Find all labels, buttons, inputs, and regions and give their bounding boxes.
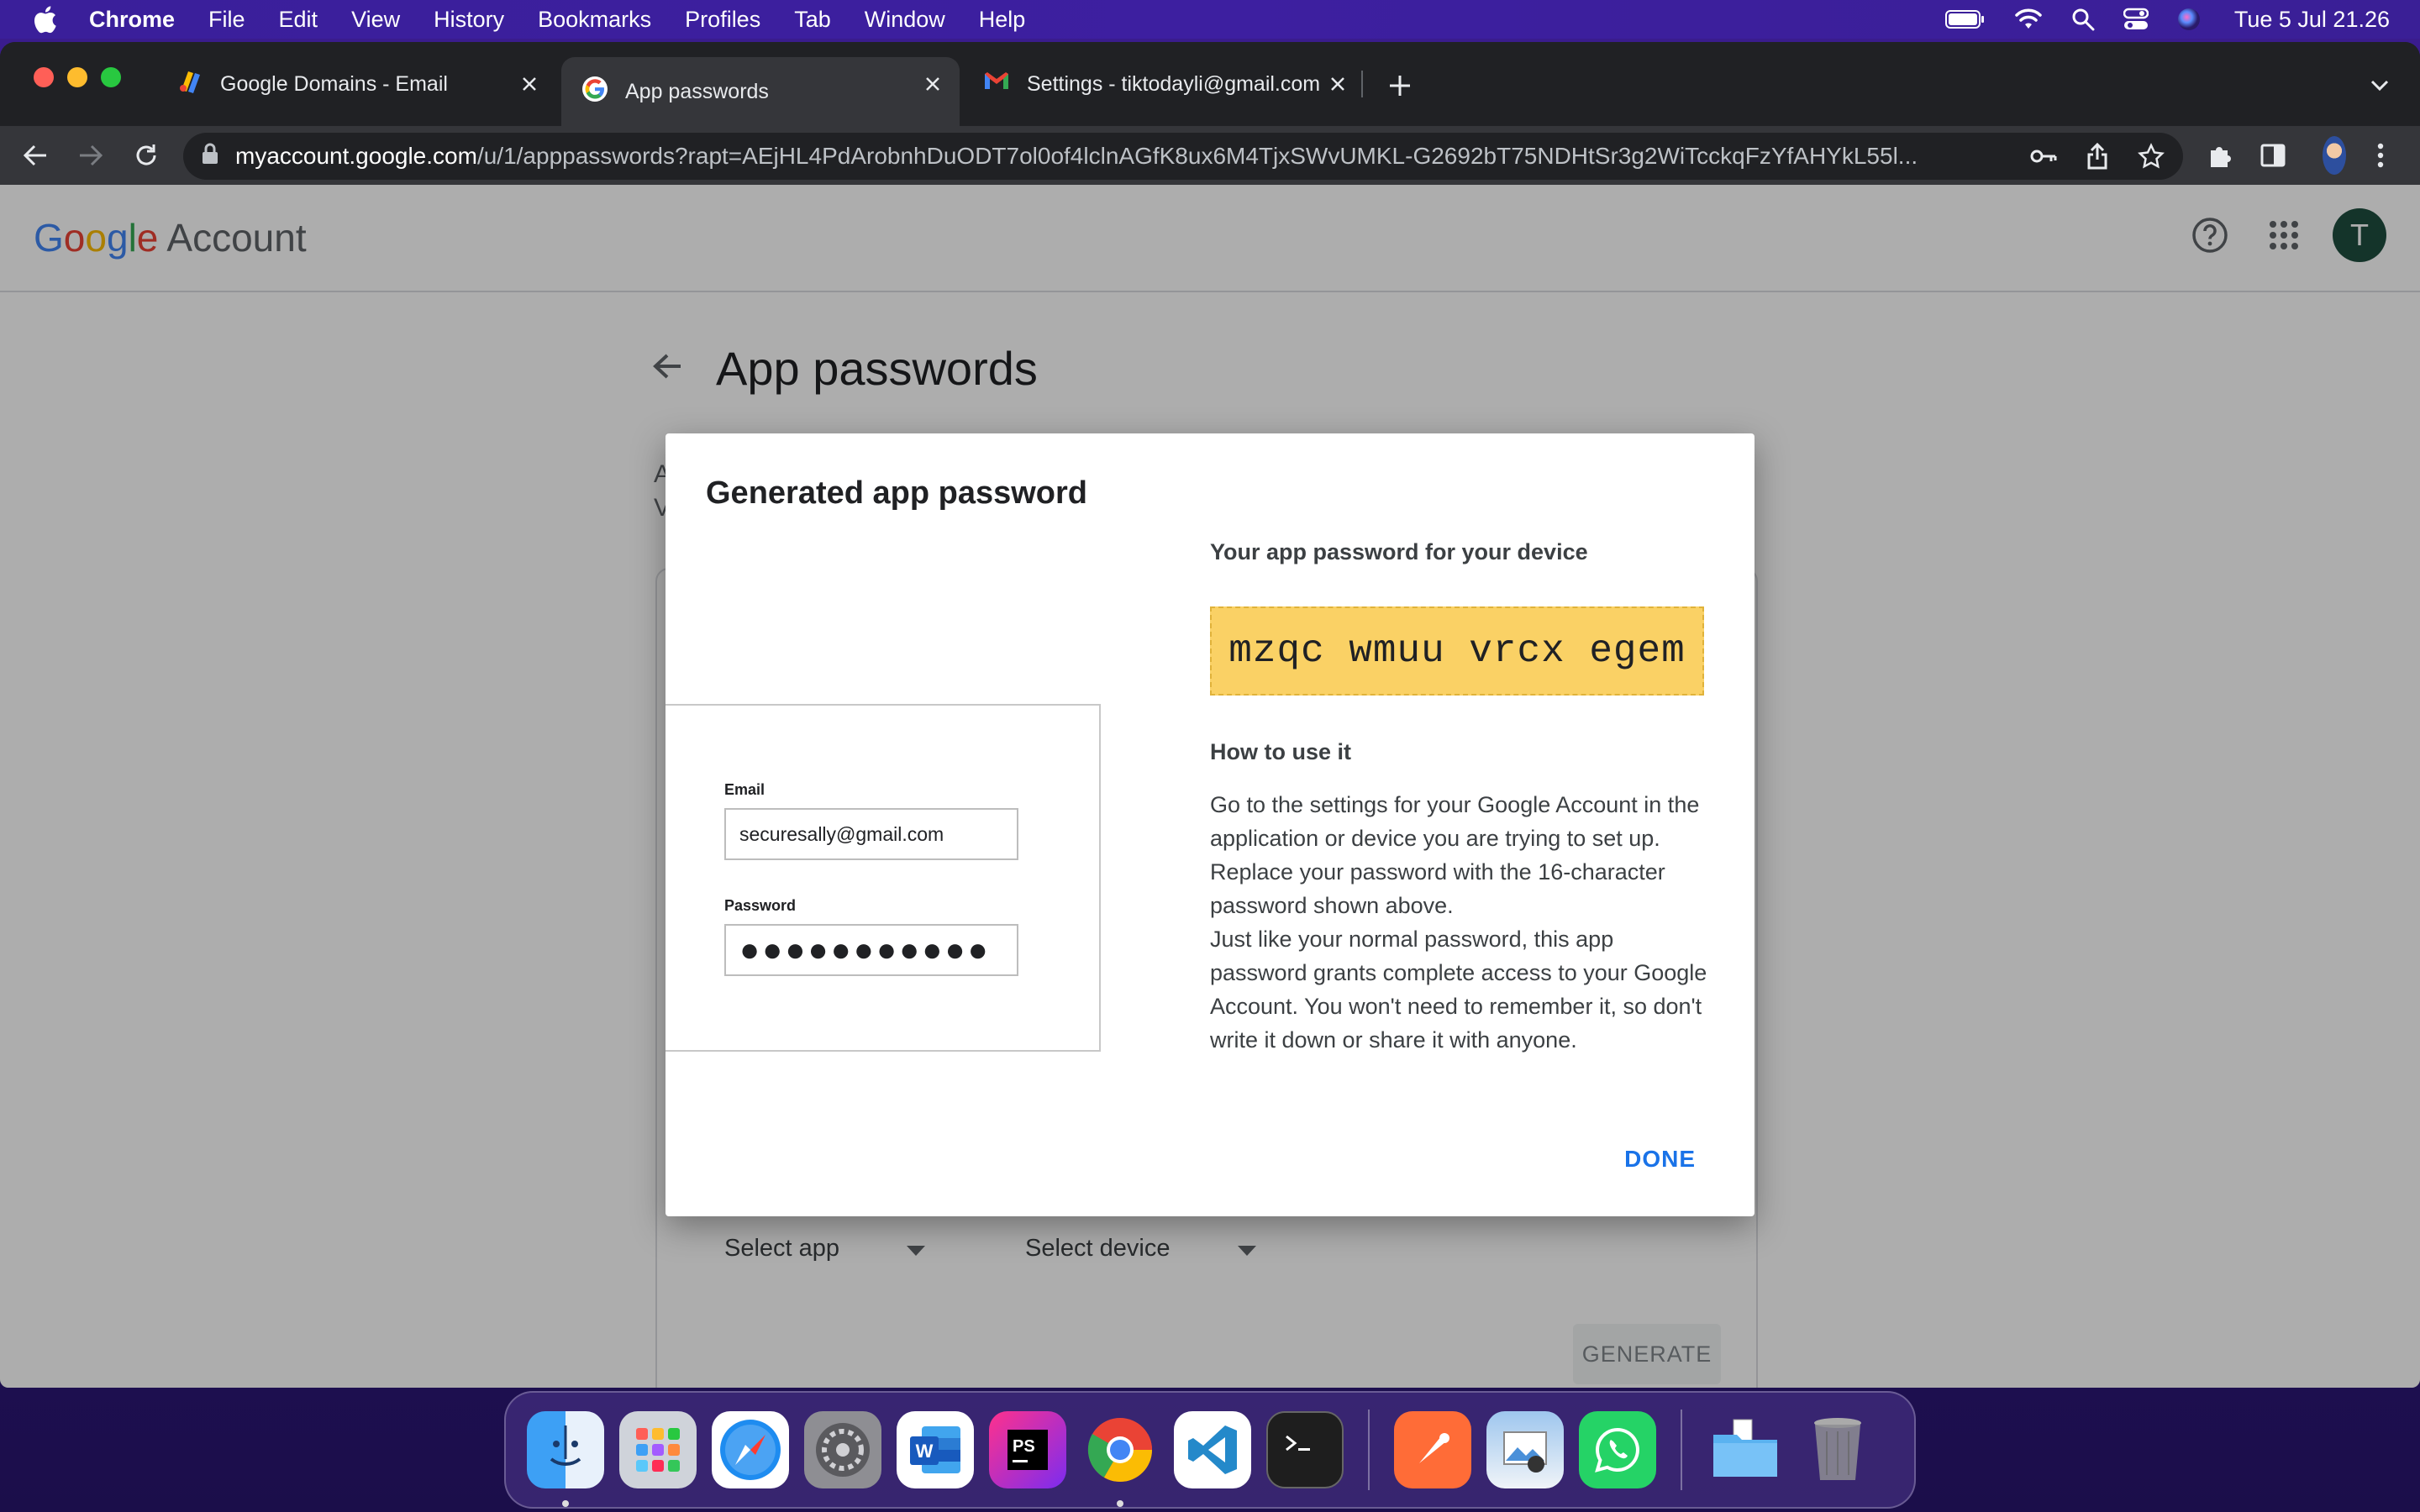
battery-icon[interactable] [1944,9,1986,29]
terminal-icon[interactable] [1266,1411,1344,1488]
google-g-icon [581,76,608,108]
how-to-use-heading: How to use it [1210,739,1351,764]
url-path: /u/1/apppasswords?rapt=AEjHL4PdArobnhDuO… [476,143,1918,169]
tab-label: App passwords [625,79,769,103]
menubar-clock[interactable]: Tue 5 Jul 21.26 [2234,7,2390,33]
done-button[interactable]: DONE [1624,1146,1696,1173]
system-preferences-icon[interactable] [804,1411,881,1488]
folder-icon[interactable] [1707,1411,1784,1488]
extensions-puzzle-icon[interactable] [2200,136,2238,175]
dock-separator [1368,1410,1370,1490]
menu-profiles[interactable]: Profiles [685,7,760,33]
apple-menu-icon[interactable] [32,5,57,34]
postman-icon[interactable] [1394,1411,1471,1488]
app-password-value[interactable]: mzqc wmuu vrcx egem [1210,606,1704,696]
minimize-window-button[interactable] [67,67,87,87]
tab-strip: Google Domains - Email App passwords Set… [0,42,2420,126]
chrome-window: Google Domains - Email App passwords Set… [0,42,2420,1388]
device-login-illustration: Email securesally@gmail.com Password ●●●… [666,704,1101,1052]
how-to-use-paragraph-1: Go to the settings for your Google Accou… [1210,792,1700,918]
new-tab-plus-icon[interactable] [1385,71,1415,101]
safari-icon[interactable] [712,1411,789,1488]
tab-label: Settings - tiktodayli@gmail.com [1027,71,1321,96]
profile-avatar[interactable] [2307,136,2346,175]
spotlight-search-icon[interactable] [2071,8,2095,31]
visual-studio-code-icon[interactable] [1174,1411,1251,1488]
menu-edit[interactable]: Edit [279,7,318,33]
menu-bookmarks[interactable]: Bookmarks [538,7,651,33]
illustration-email-label: Email [724,781,765,798]
illustration-email-field: securesally@gmail.com [724,808,1018,860]
reload-icon[interactable] [131,140,161,171]
menu-file[interactable]: File [208,7,245,33]
illustration-email-value: securesally@gmail.com [739,822,944,845]
finder-icon[interactable] [527,1411,604,1507]
google-domains-icon [176,68,203,101]
close-tab-icon[interactable] [919,71,946,97]
url-text: myaccount.google.com/u/1/apppasswords?ra… [235,143,2067,170]
dialog-title: Generated app password [706,475,1088,511]
menu-tab[interactable]: Tab [794,7,831,33]
browser-toolbar: myaccount.google.com/u/1/apppasswords?ra… [0,126,2420,185]
lock-icon[interactable] [202,143,218,171]
microsoft-word-icon[interactable]: W [897,1411,974,1488]
gmail-icon [983,71,1010,98]
close-tab-icon[interactable] [516,71,543,97]
menu-app-name[interactable]: Chrome [89,7,175,33]
phpstorm-icon[interactable]: PS [989,1411,1066,1488]
page-content: Google Account T App passwords A V Selec… [0,185,2420,1388]
chrome-menu-kebab-icon[interactable] [2361,136,2400,175]
trash-icon[interactable] [1799,1411,1876,1488]
bookmark-star-icon[interactable] [2136,141,2166,171]
illustration-password-field: ●●●●●●●●●●● [724,924,1018,976]
close-window-button[interactable] [34,67,54,87]
menu-history[interactable]: History [434,7,504,33]
side-panel-icon[interactable] [2254,136,2292,175]
macos-menu-bar: Chrome File Edit View History Bookmarks … [0,0,2420,39]
tab-app-passwords[interactable]: App passwords [561,57,960,126]
generated-password-dialog: Generated app password Email securesally… [666,433,1754,1216]
tab-google-domains[interactable]: Google Domains - Email [156,57,556,111]
dock-separator [1681,1410,1682,1490]
launchpad-icon[interactable] [619,1411,697,1488]
siri-icon[interactable] [2177,8,2201,31]
menu-window[interactable]: Window [865,7,945,33]
share-icon[interactable] [2082,141,2112,171]
forward-arrow-icon[interactable] [76,140,106,171]
address-bar[interactable]: myaccount.google.com/u/1/apppasswords?ra… [183,133,2183,180]
tab-label: Google Domains - Email [220,71,448,96]
illustration-password-value: ●●●●●●●●●●● [739,932,991,969]
wifi-icon[interactable] [2014,8,2043,30]
zoom-window-button[interactable] [101,67,121,87]
how-to-use-paragraph-2: Just like your normal password, this app… [1210,927,1707,1053]
back-arrow-icon[interactable] [20,140,50,171]
preview-icon[interactable] [1486,1411,1564,1488]
close-tab-icon[interactable] [1324,71,1351,97]
url-host: myaccount.google.com [235,143,477,169]
control-center-icon[interactable] [2123,8,2149,31]
svg-text:PS: PS [1013,1437,1035,1456]
tab-gmail-settings[interactable]: Settings - tiktodayli@gmail.com [963,57,1365,111]
google-chrome-icon[interactable] [1081,1411,1159,1507]
tab-search-chevron-down-icon[interactable] [2365,71,2395,101]
menu-view[interactable]: View [351,7,400,33]
password-key-icon[interactable] [2028,141,2059,171]
macos-dock: W PS [504,1391,1916,1509]
window-controls [34,67,134,87]
illustration-password-label: Password [724,897,797,914]
password-heading: Your app password for your device [1210,539,1588,564]
whatsapp-icon[interactable] [1579,1411,1656,1488]
tab-separator [1361,71,1363,97]
svg-text:W: W [916,1441,934,1462]
how-to-use-text: Go to the settings for your Google Accou… [1210,788,1714,1057]
menu-help[interactable]: Help [979,7,1026,33]
